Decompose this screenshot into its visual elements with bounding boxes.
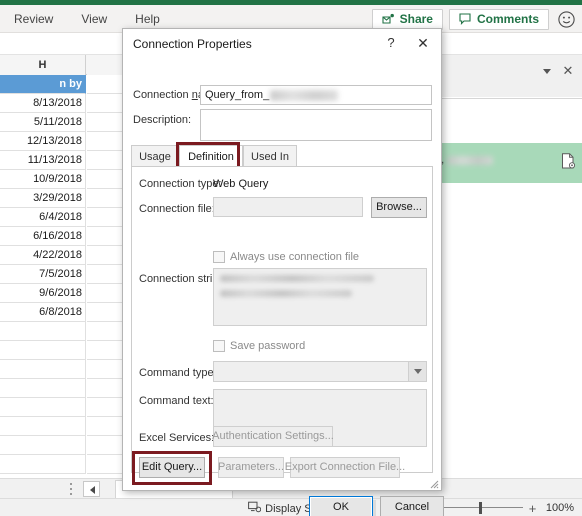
- table-row[interactable]: [0, 341, 86, 360]
- comments-button[interactable]: Comments: [448, 8, 549, 30]
- task-pane-divider: [441, 98, 582, 99]
- table-row[interactable]: 4/22/2018: [0, 246, 86, 265]
- save-password-checkbox[interactable]: Save password: [213, 340, 305, 352]
- dialog-title: Connection Properties: [133, 37, 252, 51]
- parameters-button[interactable]: Parameters...: [218, 457, 284, 478]
- table-row[interactable]: 10/9/2018: [0, 170, 86, 189]
- share-person-icon: [382, 13, 395, 25]
- dialog-resize-grip[interactable]: [427, 476, 439, 489]
- edit-query-button[interactable]: Edit Query...: [139, 457, 205, 478]
- table-row[interactable]: 9/6/2018: [0, 284, 86, 303]
- cell-h-title[interactable]: n by: [0, 75, 86, 94]
- connection-name-value: Query_from_: [205, 89, 270, 101]
- dialog-tabs: Usage Definition Used In: [131, 145, 433, 167]
- tab-usage[interactable]: Usage: [131, 145, 179, 167]
- ribbon-tab-view[interactable]: View: [67, 5, 121, 33]
- description-input[interactable]: [200, 109, 432, 141]
- table-row[interactable]: [0, 322, 86, 341]
- excel-window: Review View Help Share Comments H n by 8…: [0, 0, 582, 516]
- redacted-text: [220, 290, 352, 297]
- always-use-connection-file-checkbox[interactable]: Always use connection file: [213, 251, 359, 263]
- status-bar: Display Settings + 100%: [0, 498, 582, 516]
- connection-file-label: Connection file:: [139, 203, 215, 215]
- connection-type-value: Web Query: [213, 178, 269, 190]
- document-properties-icon[interactable]: [561, 153, 576, 169]
- redacted-text: [220, 275, 374, 282]
- zoom-in-button[interactable]: +: [528, 501, 537, 516]
- ok-button[interactable]: OK: [309, 496, 373, 516]
- connection-string-textarea[interactable]: [213, 268, 427, 326]
- zoom-slider[interactable]: [438, 500, 523, 516]
- connections-task-pane: ctions ✕ ft,: [385, 55, 582, 470]
- excel-services-label: Excel Services:: [139, 432, 215, 444]
- zoom-control: − + 100%: [424, 500, 574, 516]
- redacted-text: [270, 89, 339, 101]
- zoom-percent-label[interactable]: 100%: [542, 502, 574, 514]
- connection-type-label: Connection type:: [139, 178, 222, 190]
- checkbox-box: [213, 251, 225, 263]
- close-icon[interactable]: ✕: [561, 64, 575, 78]
- export-connection-file-button[interactable]: Export Connection File...: [285, 457, 405, 478]
- table-row[interactable]: [0, 360, 86, 379]
- connection-item-label: ft,: [435, 154, 494, 166]
- task-pane-header: ctions ✕: [385, 55, 582, 97]
- browse-button[interactable]: Browse...: [371, 197, 427, 218]
- table-row[interactable]: 6/16/2018: [0, 227, 86, 246]
- table-row[interactable]: [0, 398, 86, 417]
- table-row[interactable]: [0, 379, 86, 398]
- table-row[interactable]: [0, 436, 86, 455]
- sheet-nav-dots-icon[interactable]: [70, 483, 73, 495]
- comment-bubble-icon: [459, 13, 472, 25]
- connection-properties-dialog: Connection Properties ? ✕ Connection nam…: [122, 28, 444, 516]
- redacted-text: [447, 155, 494, 165]
- feedback-smiley-icon[interactable]: [557, 10, 576, 29]
- save-password-label: Save password: [230, 340, 306, 352]
- command-text-label: Command text:: [139, 395, 214, 407]
- comments-label: Comments: [476, 12, 539, 26]
- table-row[interactable]: 5/11/2018: [0, 113, 86, 132]
- connection-name-input[interactable]: Query_from_: [200, 85, 432, 105]
- description-label: Description:: [133, 114, 192, 126]
- table-row[interactable]: [0, 417, 86, 436]
- table-row[interactable]: 11/13/2018: [0, 151, 86, 170]
- zoom-slider-thumb[interactable]: [479, 502, 482, 514]
- chevron-down-icon[interactable]: [408, 362, 426, 381]
- command-type-label: Command type:: [139, 367, 217, 379]
- chevron-down-icon[interactable]: [543, 69, 551, 74]
- connection-list-item[interactable]: ft,: [435, 143, 582, 183]
- help-icon[interactable]: ?: [383, 35, 399, 51]
- table-row[interactable]: [0, 455, 86, 474]
- display-settings-icon: [248, 501, 262, 516]
- table-row[interactable]: 7/5/2018: [0, 265, 86, 284]
- command-type-dropdown[interactable]: [213, 361, 427, 382]
- tab-definition[interactable]: Definition: [179, 145, 243, 167]
- always-use-connection-file-label: Always use connection file: [230, 251, 360, 263]
- table-row[interactable]: 3/29/2018: [0, 189, 86, 208]
- checkbox-box: [213, 340, 225, 352]
- share-label: Share: [399, 12, 433, 26]
- table-row[interactable]: 6/4/2018: [0, 208, 86, 227]
- authentication-settings-button[interactable]: Authentication Settings...: [212, 426, 334, 447]
- tab-used-in[interactable]: Used In: [243, 145, 297, 167]
- connection-file-input[interactable]: [213, 197, 363, 217]
- table-row[interactable]: 12/13/2018: [0, 132, 86, 151]
- share-button[interactable]: Share: [371, 8, 443, 30]
- cancel-button[interactable]: Cancel: [380, 496, 444, 516]
- column-header-h[interactable]: H: [0, 55, 86, 75]
- sheet-nav-prev-button[interactable]: [83, 481, 100, 497]
- dialog-title-bar[interactable]: Connection Properties ? ✕: [123, 29, 441, 59]
- table-row[interactable]: 8/13/2018: [0, 94, 86, 113]
- table-row[interactable]: 6/8/2018: [0, 303, 86, 322]
- close-icon[interactable]: ✕: [415, 35, 431, 51]
- ribbon-tab-review[interactable]: Review: [0, 5, 67, 33]
